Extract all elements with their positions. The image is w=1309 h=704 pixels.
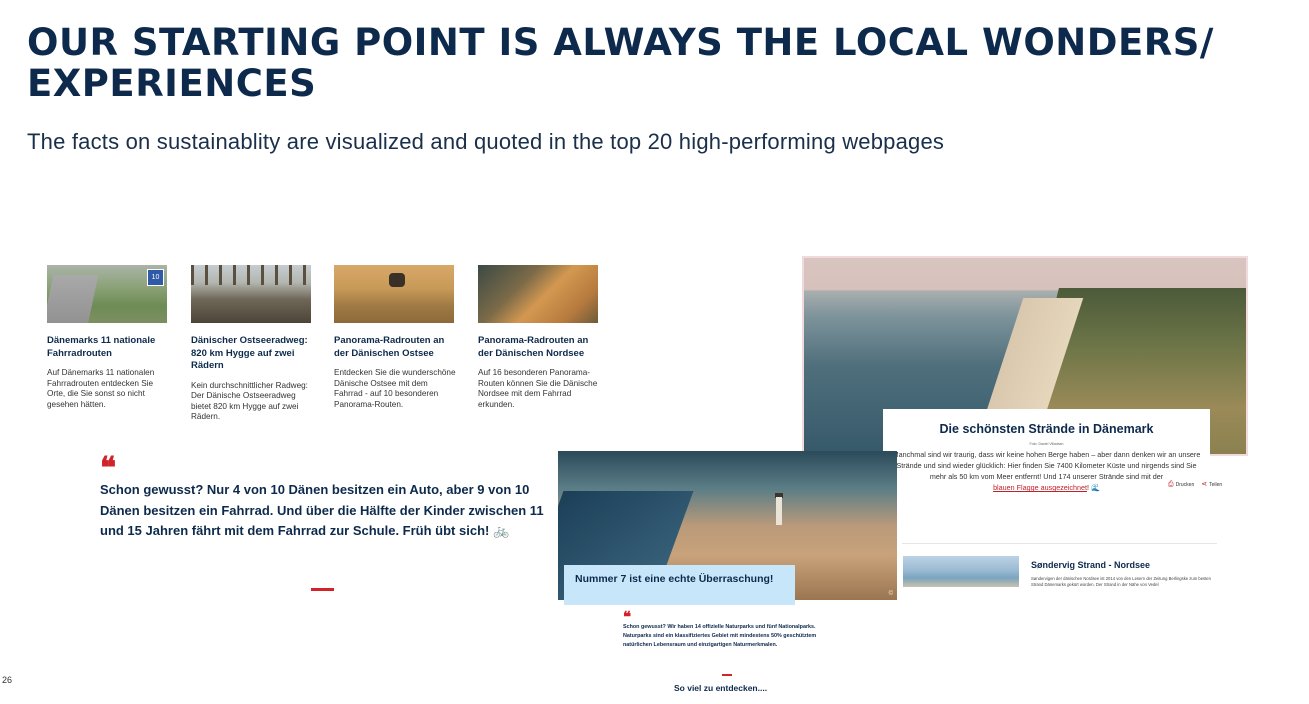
- page-number: 26: [2, 675, 13, 685]
- card-text: Auf Dänemarks 11 nationalen Fahrradroute…: [47, 368, 155, 409]
- card-image-pier: [191, 265, 311, 323]
- lighthouse-caption-box[interactable]: Nummer 7 ist eine echte Überraschung!: [564, 565, 795, 605]
- beach-info-card: Die schönsten Strände in Dänemark Foto: …: [883, 409, 1210, 512]
- route-card-nationale[interactable]: 10 Dänemarks 11 nationale Fahrradrouten …: [47, 265, 169, 410]
- card-text: Entdecken Sie die wunderschöne Dänische …: [334, 368, 456, 409]
- copyright-icon: ©: [888, 591, 893, 597]
- beach-card-title: Die schönsten Strände in Dänemark: [939, 422, 1154, 436]
- card-text: Kein durchschnittlicher Radweg: Der Däni…: [191, 380, 308, 422]
- route-card-ostsee-panorama[interactable]: Panorama-Radrouten an der Dänischen Osts…: [334, 265, 456, 410]
- strand-text: Søndervigen der dänischen Nordsee ist 20…: [1031, 576, 1211, 587]
- card-image-field: [334, 265, 454, 323]
- page-subtitle: The facts on sustainablity are visualize…: [27, 129, 945, 154]
- card-title[interactable]: Panorama-Radrouten an der Dänischen Osts…: [334, 335, 456, 360]
- fact-quote-bikes: ❝ Schon gewusst? Nur 4 von 10 Dänen besi…: [100, 451, 550, 542]
- photo-credit: Foto: Daniel Villadsen: [1029, 442, 1064, 446]
- strand-title[interactable]: Søndervig Strand - Nordsee: [1031, 560, 1150, 570]
- card-title[interactable]: Panorama-Radrouten an der Dänischen Nord…: [478, 335, 600, 360]
- quote-mark-icon: ❝: [100, 451, 117, 486]
- route-sign-icon: 10: [147, 269, 164, 286]
- list-divider: [902, 543, 1217, 544]
- strand-thumbnail[interactable]: [903, 556, 1019, 587]
- beach-card-text: Manchmal sind wir traurig, dass wir kein…: [883, 449, 1210, 493]
- route-card-ostseeradweg[interactable]: Dänischer Ostseeradweg: 820 km Hygge auf…: [191, 265, 313, 423]
- print-icon[interactable]: ⎙: [1168, 481, 1174, 488]
- fact-quote-naturparks: ❝ Schon gewusst? Wir haben 14 offizielle…: [623, 608, 823, 649]
- card-text: Auf 16 besonderen Panorama-Routen können…: [478, 368, 598, 409]
- red-divider: [722, 674, 732, 676]
- link-suffix: ! 🌊: [1086, 483, 1100, 492]
- page-title: OUR STARTING POINT IS ALWAYS THE LOCAL W…: [27, 21, 1214, 105]
- quote-mark-icon: ❝: [623, 608, 632, 626]
- lighthouse-tower: [776, 497, 782, 525]
- red-divider: [311, 588, 334, 591]
- discover-more-link[interactable]: So viel zu entdecken....: [674, 683, 767, 693]
- lighthouse-caption[interactable]: Nummer 7 ist eine echte Überraschung!: [575, 573, 784, 586]
- blue-flag-link[interactable]: blauen Flagge ausgezeichnet: [993, 483, 1087, 492]
- page-tools: ⎙ Drucken ⋖ Teilen: [1168, 480, 1222, 489]
- card-title[interactable]: Dänischer Ostseeradweg: 820 km Hygge auf…: [191, 335, 313, 373]
- route-card-nordsee-panorama[interactable]: Panorama-Radrouten an der Dänischen Nord…: [478, 265, 600, 410]
- quote-text: Schon gewusst? Nur 4 von 10 Dänen besitz…: [100, 482, 544, 538]
- share-label[interactable]: Teilen: [1209, 482, 1222, 488]
- card-title[interactable]: Dänemarks 11 nationale Fahrradrouten: [47, 335, 169, 360]
- share-icon[interactable]: ⋖: [1201, 481, 1207, 488]
- beach-card-body: Manchmal sind wir traurig, dass wir kein…: [892, 450, 1201, 481]
- card-image-dunes: [478, 265, 598, 323]
- quote-text: Schon gewusst? Wir haben 14 offizielle N…: [623, 624, 817, 648]
- print-label[interactable]: Drucken: [1176, 482, 1195, 488]
- card-image-bike-path: 10: [47, 265, 167, 323]
